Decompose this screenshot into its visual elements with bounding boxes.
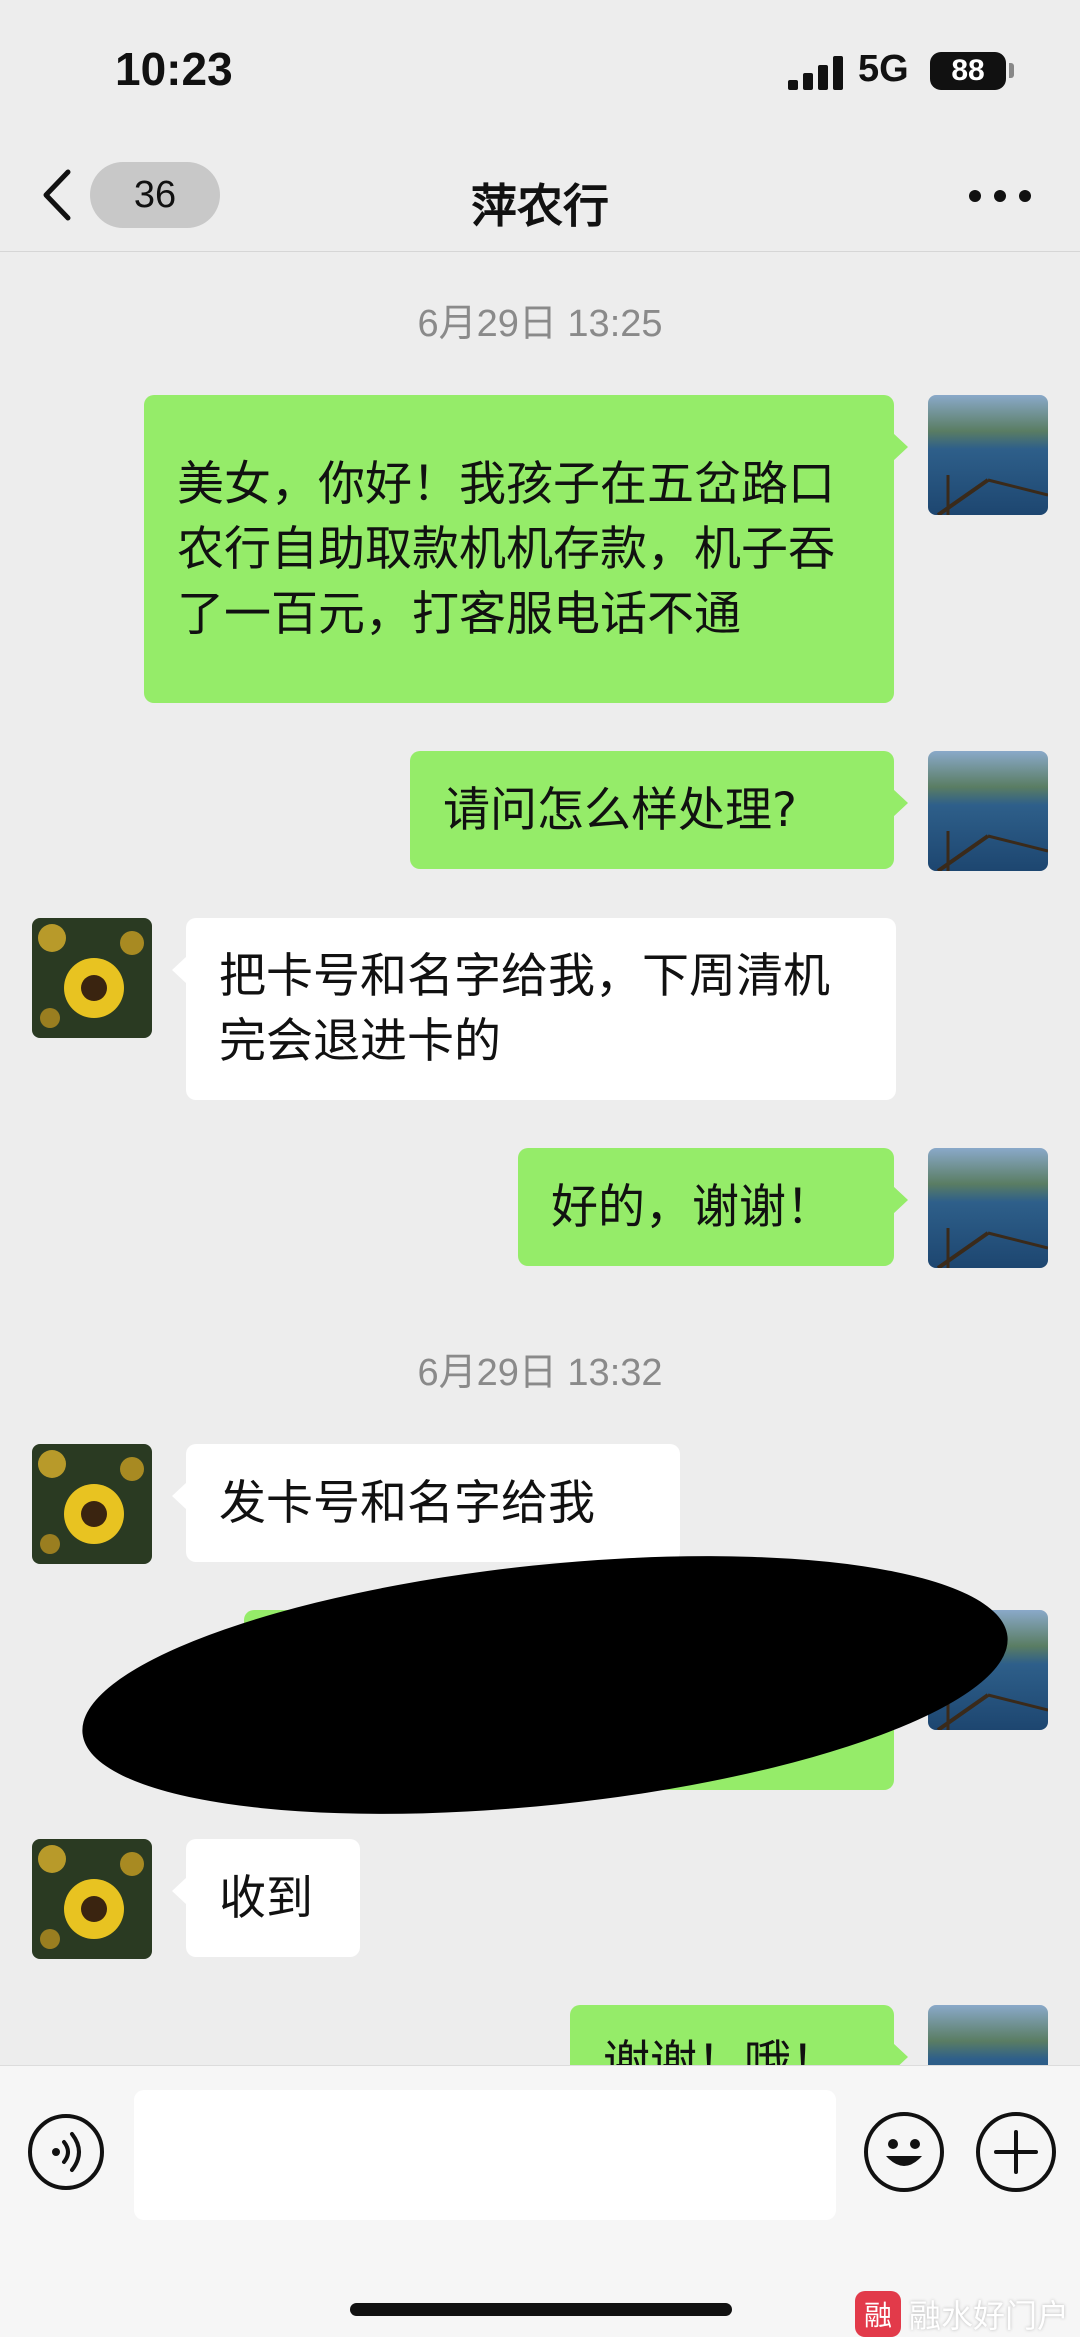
my-avatar[interactable] <box>928 1148 1048 1268</box>
message-bubble-sent[interactable]: 请问怎么样处理? <box>410 751 908 869</box>
watermark: 融 融水好门户 <box>855 2290 1069 2337</box>
message-input[interactable] <box>134 2090 836 2220</box>
lake-photo <box>928 1148 1048 1268</box>
message-bubble-received[interactable]: 收到 <box>172 1839 360 1957</box>
network-type: 5G <box>858 48 909 90</box>
contact-avatar[interactable] <box>32 918 152 1038</box>
message-text: 收到 <box>219 1870 313 1926</box>
watermark-logo: 融 <box>855 2291 901 2337</box>
home-indicator[interactable] <box>350 2303 732 2316</box>
plus-glyph <box>994 2130 1038 2174</box>
smiley-glyph <box>886 2139 922 2166</box>
chat-header: 36 萍农行 <box>0 140 1080 252</box>
chat-title: 萍农行 <box>471 179 609 233</box>
signal-icon <box>788 56 843 90</box>
sunflower-photo <box>32 918 152 1038</box>
timestamp: 6月29日 13:32 <box>417 1352 663 1394</box>
message-bubble-received[interactable]: 发卡号和名字给我 <box>172 1444 680 1562</box>
voice-icon[interactable] <box>28 2114 104 2190</box>
battery-tip <box>1009 63 1014 78</box>
sunflower-photo <box>32 1839 152 1959</box>
watermark-text: 融水好门户 <box>909 2297 1070 2335</box>
contact-avatar[interactable] <box>32 1839 152 1959</box>
lake-photo <box>928 395 1048 515</box>
message-bubble-received[interactable]: 把卡号和名字给我，下周清机完会退进卡的 <box>172 918 896 1100</box>
message-text: 发卡号和名字给我 <box>219 1475 595 1531</box>
voice-wave-glyph <box>52 2132 81 2172</box>
my-avatar[interactable] <box>928 751 1048 871</box>
message-text: 把卡号和名字给我，下周清机完会退进卡的 <box>219 949 830 1069</box>
emoji-icon[interactable] <box>864 2112 944 2192</box>
contact-avatar[interactable] <box>32 1444 152 1564</box>
battery-icon: 88 <box>930 52 1006 90</box>
status-bar: 10:23 5G 88 <box>0 0 1080 140</box>
redaction-scribble <box>70 1517 1020 1853</box>
plus-icon[interactable] <box>976 2112 1056 2192</box>
message-bubble-sent[interactable]: 美女，你好！我孩子在五岔路口农行自助取款机机存款，机子吞了一百元，打客服电话不通 <box>144 395 908 703</box>
message-bubble-sent[interactable]: 好的，谢谢！ <box>518 1148 908 1266</box>
more-icon[interactable] <box>965 180 1035 210</box>
my-avatar[interactable] <box>928 395 1048 515</box>
lake-photo <box>928 751 1048 871</box>
message-text: 好的，谢谢！ <box>551 1179 833 1235</box>
status-time: 10:23 <box>115 43 233 95</box>
message-text: 美女，你好！我孩子在五岔路口农行自助取款机机存款，机子吞了一百元，打客服电话不通 <box>177 456 835 642</box>
timestamp: 6月29日 13:25 <box>417 303 663 345</box>
sunflower-photo <box>32 1444 152 1564</box>
message-text: 请问怎么样处理? <box>443 782 797 838</box>
